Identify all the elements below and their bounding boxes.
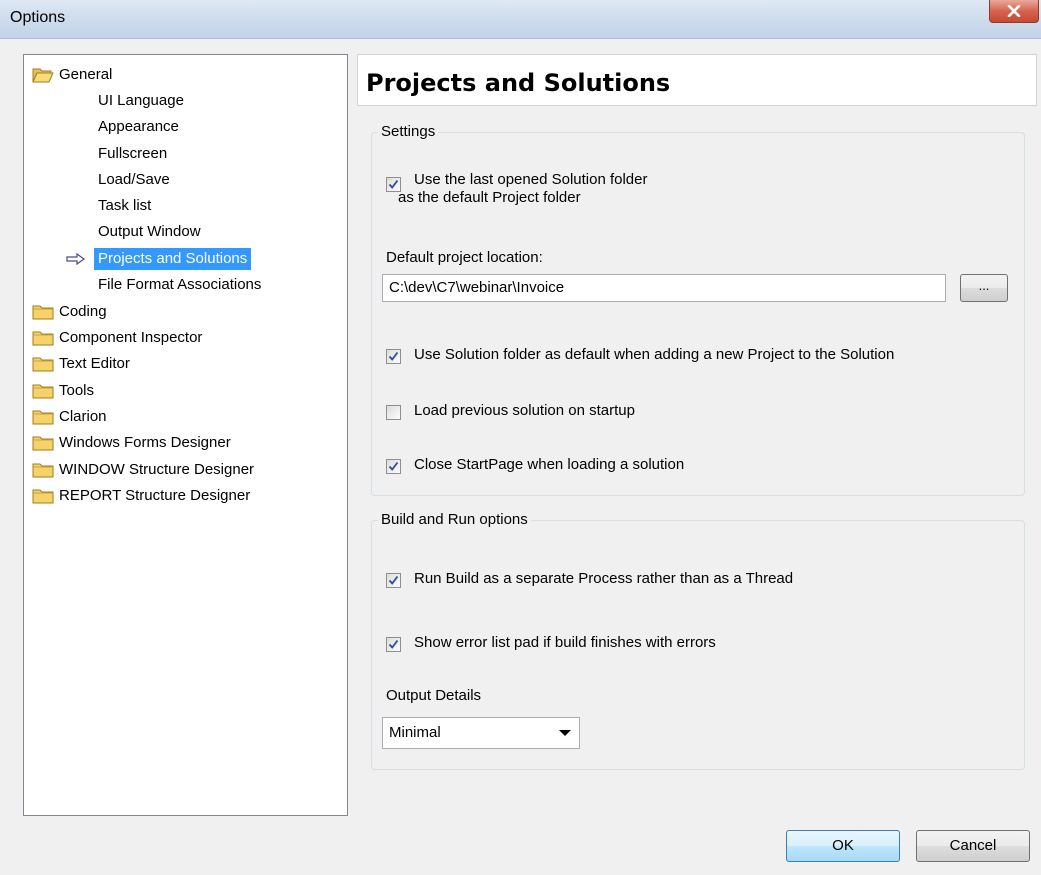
close-button[interactable] [989,0,1039,23]
close-startpage-checkbox[interactable] [386,459,401,474]
window-title: Options [10,9,66,26]
tree-item-label: REPORT Structure Designer [59,487,251,504]
build-run-group: Build and Run options Run Build as a sep… [371,511,1025,770]
panel-header: Projects and Solutions [357,54,1037,106]
folder-icon [32,384,54,399]
tree-item-label: Windows Forms Designer [59,434,231,451]
checkmark-icon [388,575,399,585]
dropdown-arrow-icon [559,730,571,736]
tree-item-label: Text Editor [59,355,130,372]
tree-item-label: WINDOW Structure Designer [59,461,255,478]
tree-item-projects-and-solutions[interactable]: Projects and Solutions [66,248,306,270]
checkbox-label: as the default Project folder [398,189,581,206]
tree-item-label: General [59,66,113,83]
checkbox-label: Use Solution folder as default when addi… [414,346,895,363]
open-folder-icon [32,68,54,83]
arrow-right-icon [66,253,86,265]
separate-process-checkbox[interactable] [386,573,401,588]
checkmark-icon [388,639,399,649]
checkbox-label: Load previous solution on startup [414,402,635,419]
tree-item-label: Projects and Solutions [94,248,252,270]
tree-item-label: Output Window [98,223,201,240]
ok-button[interactable]: OK [786,830,900,862]
title-bar[interactable]: Options [0,0,1041,39]
tree-item-label: Clarion [59,408,107,425]
select-value: Minimal [389,724,441,741]
browse-button[interactable]: ... [960,274,1008,302]
tree-item-label: Load/Save [98,171,170,188]
options-tree[interactable]: General UI Language Appearance Fullscree… [23,54,348,816]
checkbox-label: Run Build as a separate Process rather t… [414,570,794,587]
tree-item-label: Appearance [98,118,179,135]
cancel-button[interactable]: Cancel [916,830,1030,862]
checkmark-icon [388,461,399,471]
folder-icon [32,410,54,425]
tree-item-label: Coding [59,303,107,320]
use-solution-folder-checkbox[interactable] [386,349,401,364]
folder-icon [32,331,54,346]
close-icon [1007,5,1021,17]
settings-group: Settings Use the last opened Solution fo… [371,123,1025,496]
group-title: Build and Run options [378,511,531,528]
checkbox-label: Show error list pad if build finishes wi… [414,634,716,651]
default-location-input[interactable]: C:\dev\C7\webinar\Invoice [382,274,946,302]
show-error-list-checkbox[interactable] [386,637,401,652]
folder-icon [32,436,54,451]
output-details-select[interactable]: Minimal [382,717,580,749]
default-location-label: Default project location: [386,249,543,266]
checkbox-label: Close StartPage when loading a solution [414,456,685,473]
tree-item-label: Fullscreen [98,145,168,162]
page-title: Projects and Solutions [366,69,671,97]
folder-icon [32,489,54,504]
tree-item-label: Task list [98,197,152,214]
tree-item-label: Tools [59,382,95,399]
tree-item-label: File Format Associations [98,276,262,293]
options-dialog: Options General UI Language Appearance F… [0,0,1041,875]
tree-item-label: Component Inspector [59,329,203,346]
group-title: Settings [378,123,439,140]
output-details-label: Output Details [386,687,482,704]
load-previous-checkbox[interactable] [386,405,401,420]
tree-item-label: UI Language [98,92,184,109]
checkbox-label: Use the last opened Solution folder [414,171,648,188]
folder-icon [32,357,54,372]
folder-icon [32,305,54,320]
folder-icon [32,463,54,478]
checkmark-icon [388,351,399,361]
